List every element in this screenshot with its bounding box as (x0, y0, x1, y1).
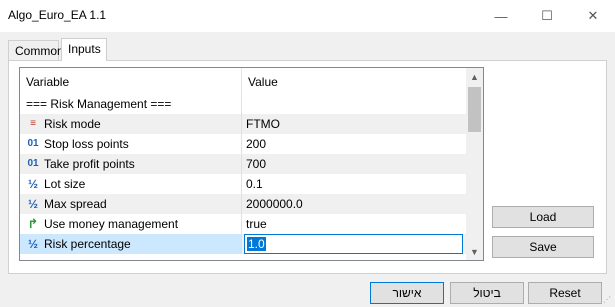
value-cell[interactable]: 700 (242, 154, 466, 174)
tab-inputs[interactable]: Inputs (61, 38, 107, 61)
double-icon: ½ (27, 237, 38, 251)
variable-name: Use money management (44, 217, 179, 231)
table-row[interactable]: ½ Lot size 0.1 (20, 174, 466, 194)
variable-name: Stop loss points (44, 137, 129, 151)
cancel-button[interactable]: ביטול (450, 282, 524, 304)
close-icon[interactable]: ✕ (570, 0, 615, 32)
maximize-icon[interactable]: ☐ (524, 0, 570, 32)
header-value[interactable]: Value (242, 68, 466, 94)
scroll-thumb[interactable] (468, 87, 481, 132)
variable-cell: ½ Max spread (20, 194, 242, 214)
vertical-scrollbar[interactable]: ▲ ▼ (466, 68, 483, 260)
table-row-selected[interactable]: ½ Risk percentage 1.0 (20, 234, 466, 254)
table-row[interactable]: 01 Stop loss points 200 (20, 134, 466, 154)
resize-grip-icon[interactable]: ⋰ (603, 295, 613, 305)
value-cell[interactable]: true (242, 214, 466, 234)
value-edit-field[interactable]: 1.0 (244, 234, 463, 254)
variable-name: Risk mode (44, 117, 101, 131)
variable-cell: ≡ Risk mode (20, 114, 242, 134)
variable-name: Max spread (44, 197, 107, 211)
variable-cell: === Risk Management === (20, 94, 242, 114)
double-icon: ½ (27, 197, 38, 211)
table-row[interactable]: === Risk Management === (20, 94, 466, 114)
table-row[interactable]: 01 Take profit points 700 (20, 154, 466, 174)
integer-icon: 01 (27, 158, 39, 169)
value-cell[interactable]: 2000000.0 (242, 194, 466, 214)
integer-icon: 01 (27, 138, 39, 149)
variable-cell: ↱ Use money management (20, 214, 242, 234)
edit-selected-text: 1.0 (247, 237, 266, 251)
save-button[interactable]: Save (492, 236, 594, 258)
title-bar: Algo_Euro_EA 1.1 — ☐ ✕ (0, 0, 615, 32)
grid-header: Variable Value (20, 68, 466, 94)
double-icon: ½ (27, 177, 38, 191)
ok-button[interactable]: אישור (370, 282, 444, 304)
variable-cell: ½ Lot size (20, 174, 242, 194)
tab-common[interactable]: Common (8, 40, 64, 60)
window-title: Algo_Euro_EA 1.1 (8, 8, 107, 22)
variable-cell: 01 Stop loss points (20, 134, 242, 154)
header-variable[interactable]: Variable (20, 68, 242, 94)
value-cell (242, 94, 466, 114)
minimize-icon[interactable]: — (478, 0, 524, 32)
scroll-down-icon[interactable]: ▼ (466, 243, 483, 260)
load-button[interactable]: Load (492, 206, 594, 228)
value-cell[interactable]: 0.1 (242, 174, 466, 194)
table-row[interactable]: ↱ Use money management true (20, 214, 466, 234)
value-cell[interactable]: 200 (242, 134, 466, 154)
variable-name: Take profit points (44, 157, 135, 171)
scroll-up-icon[interactable]: ▲ (466, 68, 483, 85)
value-cell[interactable]: FTMO (242, 114, 466, 134)
table-row[interactable]: ≡ Risk mode FTMO (20, 114, 466, 134)
table-row[interactable]: ½ Max spread 2000000.0 (20, 194, 466, 214)
inputs-grid[interactable]: Variable Value === Risk Management === ≡… (19, 67, 484, 261)
variable-name: Lot size (44, 177, 86, 191)
variable-cell: 01 Take profit points (20, 154, 242, 174)
enum-icon: ≡ (30, 118, 36, 129)
variable-name: Risk percentage (44, 237, 131, 251)
bool-icon: ↱ (27, 216, 39, 231)
variable-cell: ½ Risk percentage (20, 234, 242, 254)
reset-button[interactable]: Reset (528, 282, 602, 304)
